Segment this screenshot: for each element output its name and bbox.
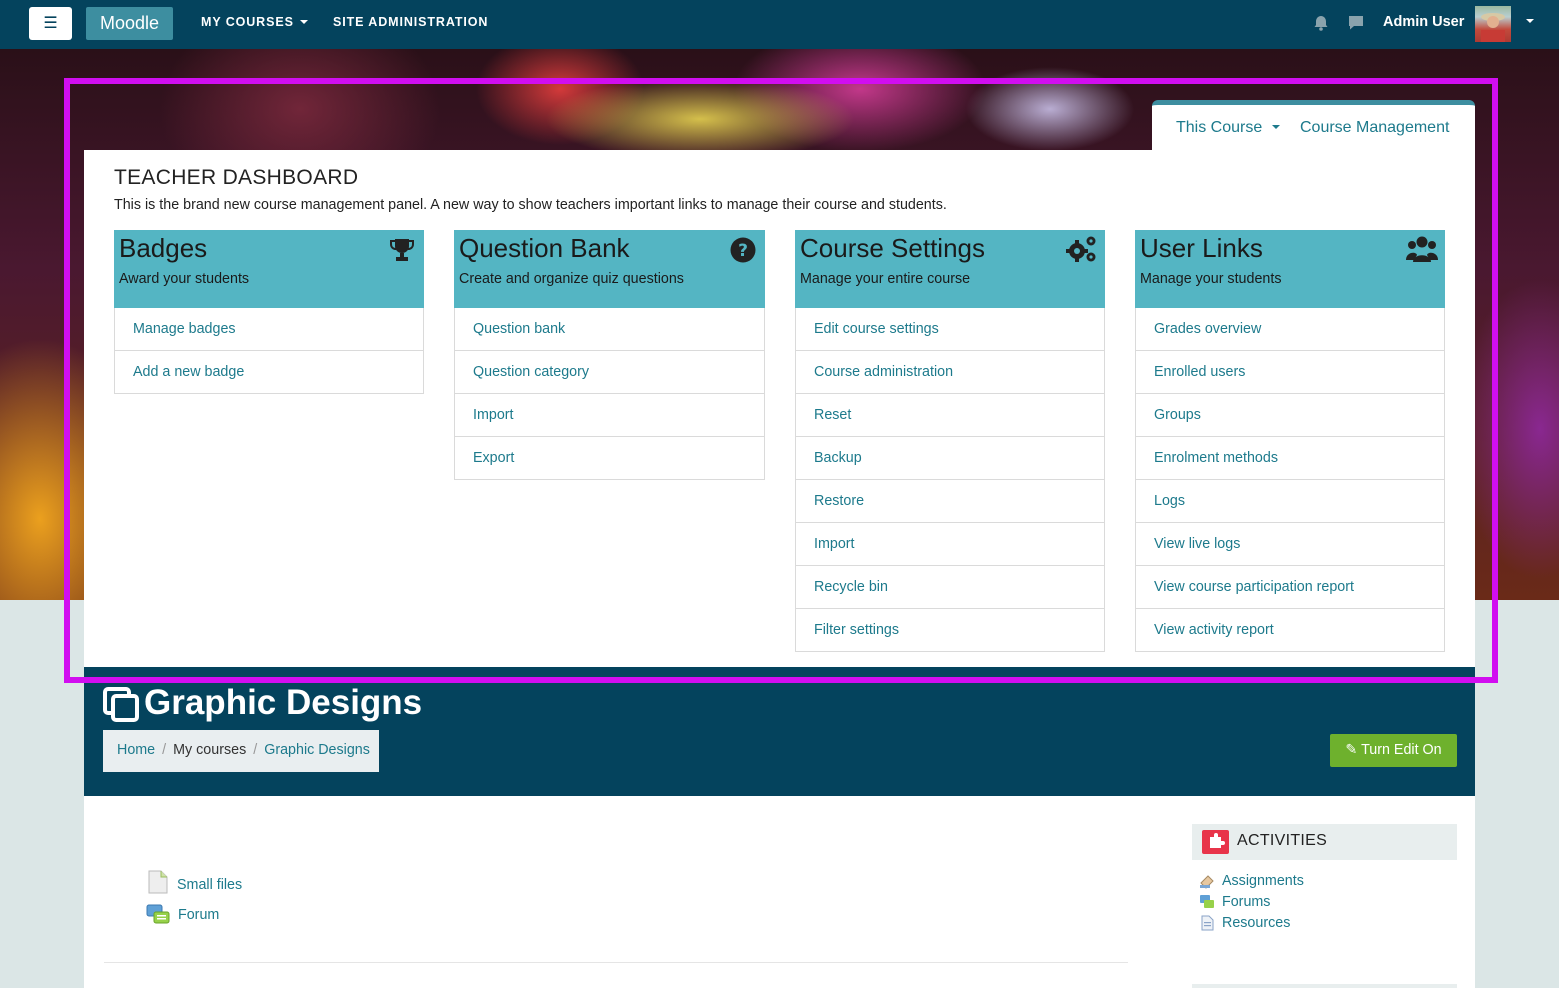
list-item-link[interactable]: Backup <box>795 437 1105 480</box>
activity-forum[interactable]: Forum <box>146 904 219 926</box>
list-item-link[interactable]: Enrolment methods <box>1135 437 1445 480</box>
question-circle-icon: ? <box>730 237 756 263</box>
puzzle-icon <box>1202 830 1229 854</box>
card-title: Badges <box>119 233 208 263</box>
side-link-resources[interactable]: Resources <box>1199 915 1290 931</box>
list-item-link[interactable]: Recycle bin <box>795 566 1105 609</box>
next-block-header <box>1192 984 1457 988</box>
card-header: User Links Manage your students <box>1135 230 1445 308</box>
tab-this-course[interactable]: This Course <box>1176 119 1281 137</box>
site-administration-link[interactable]: SITE ADMINISTRATION <box>333 15 488 29</box>
breadcrumb-course[interactable]: Graphic Designs <box>264 742 370 758</box>
breadcrumb-my-courses[interactable]: My courses <box>173 742 246 758</box>
edit-pencil-icon: ✎ <box>1345 742 1358 758</box>
list-item-link[interactable]: Add a new badge <box>114 351 424 394</box>
trophy-icon <box>390 239 414 261</box>
list-item-link[interactable]: Manage badges <box>114 308 424 351</box>
turn-edit-on-label: Turn Edit On <box>1361 742 1442 758</box>
card-header: Badges Award your students <box>114 230 424 308</box>
list-item-link[interactable]: Import <box>795 523 1105 566</box>
top-navbar: ☰ Moodle MY COURSES SITE ADMINISTRATION … <box>0 0 1559 49</box>
card-header: Question Bank Create and organize quiz q… <box>454 230 765 308</box>
messages-icon[interactable] <box>1347 14 1365 32</box>
list-item-link[interactable]: Grades overview <box>1135 308 1445 351</box>
assignment-icon <box>1200 875 1214 889</box>
svg-text:?: ? <box>738 241 748 261</box>
card-subtitle: Manage your entire course <box>800 271 971 287</box>
card-subtitle: Manage your students <box>1140 271 1282 287</box>
list-item-link[interactable]: Logs <box>1135 480 1445 523</box>
breadcrumb-home[interactable]: Home <box>117 742 155 758</box>
card-subtitle: Create and organize quiz questions <box>459 271 684 287</box>
list-item-link[interactable]: Filter settings <box>795 609 1105 652</box>
list-item-link[interactable]: View live logs <box>1135 523 1445 566</box>
user-menu-name[interactable]: Admin User <box>1383 14 1464 30</box>
forum-icon <box>1200 895 1214 908</box>
dashboard-description: This is the brand new course management … <box>114 197 947 213</box>
question-bank-card: Question Bank Create and organize quiz q… <box>454 230 765 480</box>
card-subtitle: Award your students <box>119 271 250 287</box>
side-link-assignments[interactable]: Assignments <box>1199 873 1304 889</box>
list-item-link[interactable]: Course administration <box>795 351 1105 394</box>
card-header: Course Settings Manage your entire cours… <box>795 230 1105 308</box>
breadcrumb: Home / My courses / Graphic Designs <box>103 730 379 772</box>
list-item-link[interactable]: Import <box>454 394 765 437</box>
course-settings-card: Course Settings Manage your entire cours… <box>795 230 1105 652</box>
course-settings-link-list: Edit course settings Course administrati… <box>795 308 1105 652</box>
course-title: Graphic Designs <box>144 683 423 722</box>
course-copy-icon <box>103 687 139 722</box>
list-item-link[interactable]: Reset <box>795 394 1105 437</box>
forum-icon <box>146 904 170 924</box>
list-item-link[interactable]: Export <box>454 437 765 480</box>
course-tabs: This Course Course Management <box>1152 100 1475 150</box>
dashboard-title: TEACHER DASHBOARD <box>114 166 359 189</box>
list-item-link[interactable]: Enrolled users <box>1135 351 1445 394</box>
badges-link-list: Manage badges Add a new badge <box>114 308 424 394</box>
badges-card: Badges Award your students Manage badges… <box>114 230 424 394</box>
gears-icon <box>1066 236 1096 262</box>
list-item-link[interactable]: Restore <box>795 480 1105 523</box>
side-link-label: Forums <box>1222 894 1271 910</box>
list-item-link[interactable]: Groups <box>1135 394 1445 437</box>
side-link-label: Assignments <box>1222 873 1304 889</box>
my-courses-menu[interactable]: MY COURSES <box>201 15 308 29</box>
activity-label: Small files <box>177 877 243 893</box>
user-links-link-list: Grades overview Enrolled users Groups En… <box>1135 308 1445 652</box>
resource-file-icon <box>1201 915 1214 931</box>
breadcrumb-separator: / <box>253 742 258 758</box>
card-title: Course Settings <box>800 233 985 263</box>
card-title: Question Bank <box>459 233 630 263</box>
avatar-photo-icon <box>1481 13 1505 42</box>
breadcrumb-separator: / <box>162 742 167 758</box>
activities-block-title: ACTIVITIES <box>1237 832 1328 849</box>
list-item-link[interactable]: Question category <box>454 351 765 394</box>
activity-label: Forum <box>178 907 220 923</box>
list-item-link[interactable]: Question bank <box>454 308 765 351</box>
turn-edit-on-button[interactable]: ✎ Turn Edit On <box>1330 734 1457 767</box>
my-courses-label: MY COURSES <box>201 15 294 29</box>
card-title: User Links <box>1140 233 1263 263</box>
list-item-link[interactable]: Edit course settings <box>795 308 1105 351</box>
users-icon <box>1406 236 1438 262</box>
tab-course-management[interactable]: Course Management <box>1300 119 1449 137</box>
file-icon <box>148 870 168 894</box>
list-item-link[interactable]: View course participation report <box>1135 566 1445 609</box>
user-menu-caret-icon[interactable] <box>1526 19 1534 23</box>
tab-this-course-label: This Course <box>1176 119 1263 136</box>
user-links-card: User Links Manage your students Grades o… <box>1135 230 1445 652</box>
nav-drawer-toggle-button[interactable]: ☰ <box>29 7 72 40</box>
caret-down-icon <box>299 19 308 24</box>
caret-down-icon <box>1272 124 1281 129</box>
list-item-link[interactable]: View activity report <box>1135 609 1445 652</box>
user-avatar[interactable] <box>1475 6 1511 42</box>
section-divider <box>104 962 1128 963</box>
side-link-label: Resources <box>1222 915 1291 931</box>
notification-bell-icon[interactable] <box>1312 14 1330 32</box>
site-brand-link[interactable]: Moodle <box>86 7 173 40</box>
side-link-forums[interactable]: Forums <box>1199 894 1270 910</box>
question-bank-link-list: Question bank Question category Import E… <box>454 308 765 480</box>
activity-small-files[interactable]: Small files <box>146 870 242 894</box>
